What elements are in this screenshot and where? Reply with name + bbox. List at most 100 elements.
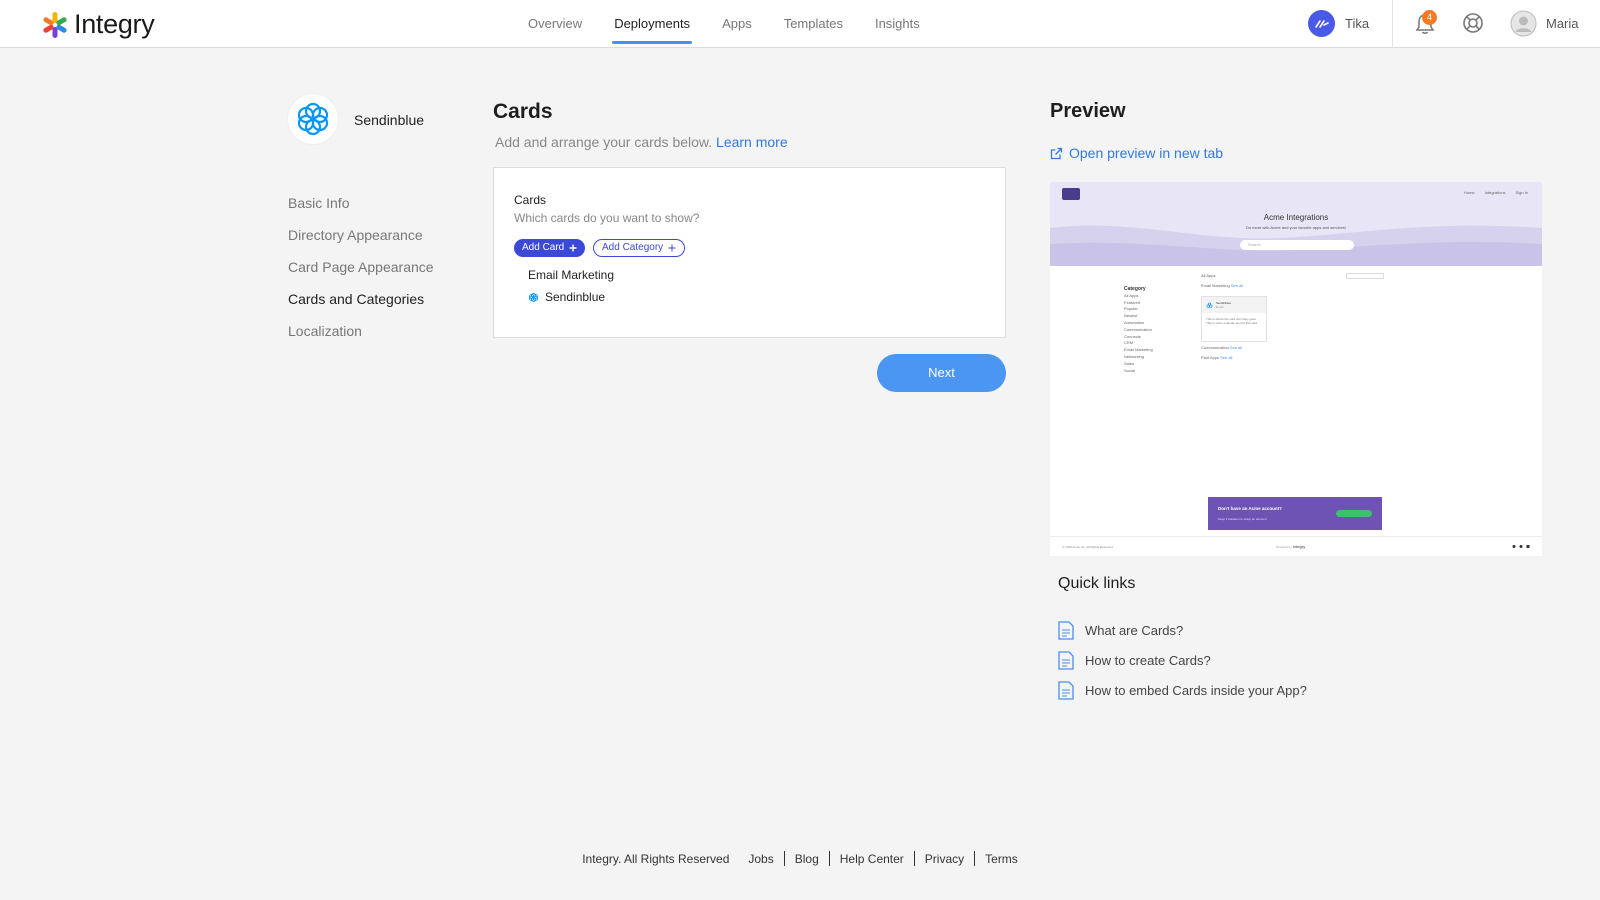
open-preview-link[interactable]: Open preview in new tab [1050,145,1223,161]
lifebuoy-icon [1463,13,1483,33]
preview-top-link: Home [1463,190,1475,195]
preview-section-label: Paid Apps [1201,355,1220,360]
sendinblue-logo-icon [297,102,329,136]
preview-signup-banner: Don't have an Acme account? Keep it betw… [1208,497,1382,530]
preview-category-heading: Category [1124,286,1146,292]
page-subtitle-text: Add and arrange your cards below. [495,134,713,150]
preview-card-sub: Email [1216,305,1224,309]
nav-deployments[interactable]: Deployments [598,0,706,48]
preview-section-paid: Paid Apps See all [1201,355,1232,360]
footer-separator [783,851,785,866]
preview-footer: © 2020 Acme Inc. All Rights Reserved Pow… [1050,536,1542,556]
plus-icon [668,244,676,252]
footer-link-jobs[interactable]: Jobs [748,852,773,866]
preview-content: All Apps Email Marketing See all [1201,273,1243,293]
preview-top-link: Integrations [1484,190,1506,195]
add-card-button[interactable]: Add Card [514,239,586,257]
preview-footer-powered-prefix: Powered by [1276,545,1292,549]
tenant-avatar [1308,10,1335,37]
sidebar-item-directory-appearance[interactable]: Directory Appearance [288,225,434,257]
settings-sidebar: Basic Info Directory Appearance Card Pag… [288,193,434,353]
footer-separator [828,851,830,866]
preview-category-list: Category All Apps Featured Popular Newes… [1124,286,1153,374]
preview-banner-title: Don't have an Acme account? [1218,506,1282,511]
page-title: Cards [493,100,553,123]
nav-overview[interactable]: Overview [512,0,598,48]
quick-links-list: What are Cards? How to create Cards? How… [1058,615,1307,705]
sidebar-item-cards-and-categories[interactable]: Cards and Categories [288,289,434,321]
header-divider [1392,0,1393,47]
app-name: Sendinblue [354,112,425,128]
document-icon [1058,650,1074,670]
preview-category-item: All Apps [1124,292,1139,298]
nav-insights[interactable]: Insights [859,0,936,48]
preview-category-item: Newest [1124,313,1138,319]
page-subtitle: Add and arrange your cards below. Learn … [495,134,788,150]
preview-category-item: Communication [1124,326,1152,332]
quick-link-label: How to embed Cards inside your App? [1085,682,1307,698]
preview-card-header: Sendinblue Email [1202,297,1266,313]
preview-brand-logo [1062,188,1080,200]
preview-banner-button [1336,510,1372,517]
preview-banner-sub: Keep it between to setup an account [1218,517,1267,521]
sidebar-item-localization[interactable]: Localization [288,321,434,353]
sendinblue-icon [1206,302,1213,308]
nav-apps[interactable]: Apps [706,0,768,48]
tenant-logo-icon [1314,19,1329,28]
footer-link-blog[interactable]: Blog [795,852,819,866]
sidebar-item-card-page-appearance[interactable]: Card Page Appearance [288,257,434,289]
footer-link-privacy[interactable]: Privacy [925,852,964,866]
card-item-label: Sendinblue [545,290,606,304]
cards-panel-subtitle: Which cards do you want to show? [514,211,700,225]
preview-see-all: See all [1229,345,1243,350]
quick-link-how-to-create[interactable]: How to create Cards? [1058,645,1307,675]
sidebar-item-basic-info[interactable]: Basic Info [288,193,434,225]
preview-footer-powered: Powered by Integry [1276,544,1305,549]
preview-sort-select [1346,273,1384,279]
help-button[interactable] [1462,12,1484,39]
nav-templates[interactable]: Templates [768,0,859,48]
card-item-sendinblue[interactable]: Sendinblue [528,290,605,304]
cards-panel: Cards Which cards do you want to show? A… [493,167,1006,338]
preview-category-item: Featured [1124,299,1141,305]
preview-card-desc: This is where the card summary goes. Thi… [1206,317,1259,325]
preview-frame[interactable]: Home Integrations Sign In Acme Integrati… [1050,182,1542,556]
next-button[interactable]: Next [877,354,1006,392]
user-menu[interactable]: Maria [1510,10,1579,37]
external-link-icon [1050,147,1063,159]
social-icons [1512,545,1530,548]
footer-copyright: Integry. All Rights Reserved [582,851,730,866]
preview-heading: Acme Integrations [1263,213,1329,222]
preview-footer-brand: Integry [1292,544,1306,549]
learn-more-link[interactable]: Learn more [716,134,788,150]
footer-link-terms[interactable]: Terms [985,852,1018,866]
preview-top-links: Home Integrations Sign In [1464,190,1528,195]
preview-category-item: Email Marketing [1124,347,1153,353]
tenant-name: Tika [1345,16,1370,31]
integry-logo[interactable]: Integry [40,9,155,40]
brand-name: Integry [74,9,155,39]
main-nav: Overview Deployments Apps Templates Insi… [512,0,936,48]
preview-category-item: Social [1124,367,1135,373]
add-category-button[interactable]: Add Category [593,239,686,257]
quick-link-label: How to create Cards? [1085,652,1211,668]
app-logo [288,94,338,144]
sendinblue-icon [529,292,538,302]
category-email-marketing[interactable]: Email Marketing [528,268,614,282]
preview-hero: Home Integrations Sign In Acme Integrati… [1050,182,1542,266]
preview-subheading: Do more with Acme and your favorite apps… [1245,225,1347,230]
preview-category-item: Connects [1124,333,1141,339]
footer-link-help-center[interactable]: Help Center [840,852,904,866]
quick-link-how-to-embed[interactable]: How to embed Cards inside your App? [1058,675,1307,705]
quick-link-what-are-cards[interactable]: What are Cards? [1058,615,1307,645]
footer-separator [913,851,915,866]
preview-section-email: Email Marketing See all [1201,283,1243,293]
preview-category-item: Sales [1124,360,1135,366]
footer-separator [974,851,976,866]
notification-badge: 4 [1422,10,1437,25]
tenant-switcher[interactable]: Tika [1308,10,1369,37]
integry-asterisk-icon [43,11,67,38]
plus-icon [569,244,577,252]
document-icon [1058,620,1074,640]
preview-title: Preview [1050,100,1126,122]
